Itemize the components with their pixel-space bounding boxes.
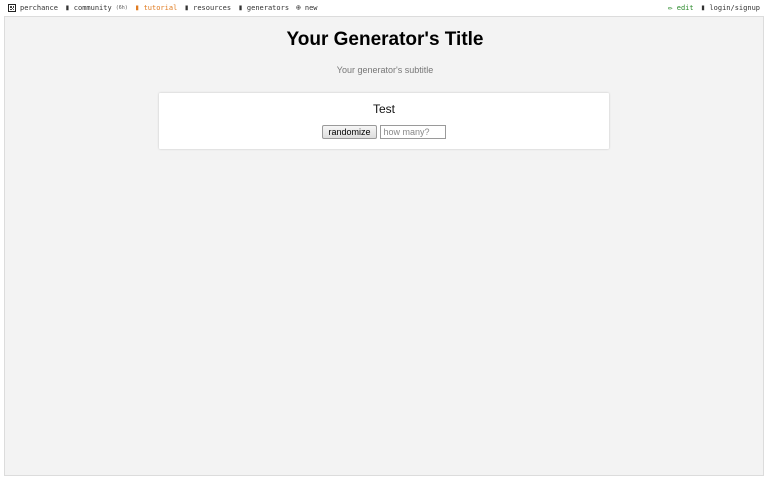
generator-frame: Your Generator's Title Your generator's … [4,16,764,476]
nav-perchance[interactable]: perchance [8,4,58,12]
nav-new[interactable]: ⊕ new [296,3,318,13]
nav-login[interactable]: ▮ login/signup [700,3,760,13]
user-icon: ▮ [700,3,706,12]
nav-community[interactable]: ▮ community (6h) [64,3,128,13]
grid-icon: ▮ [238,3,243,12]
nav-tutorial[interactable]: ▮ tutorial [134,3,178,13]
output-card: Test randomize [159,93,609,149]
generator-subtitle: Your generator's subtitle [336,65,434,75]
nav-tutorial-label: tutorial [143,4,178,12]
generator-title: Your Generator's Title [286,29,484,50]
nav-generators-label: generators [246,4,290,12]
nav-perchance-label: perchance [20,4,58,12]
top-nav-bar: perchance ▮ community (6h) ▮ tutorial ▮ … [0,0,768,16]
randomize-button[interactable]: randomize [322,125,377,139]
nav-resources[interactable]: ▮ resources [184,3,232,13]
nav-new-label: new [304,4,318,12]
community-badge: (6h) [115,5,128,11]
dice-icon [8,4,16,12]
output-controls: randomize [159,125,609,139]
nav-edit[interactable]: ✏ edit [667,3,694,13]
pencil-icon: ✏ [667,3,673,12]
folder-icon: ▮ [184,3,190,12]
nav-resources-label: resources [193,4,232,12]
how-many-input[interactable] [379,125,446,139]
nav-edit-label: edit [676,4,694,12]
book-icon: ▮ [134,3,140,12]
nav-left: perchance ▮ community (6h) ▮ tutorial ▮ … [8,4,318,12]
nav-login-label: login/signup [709,4,760,12]
nav-generators[interactable]: ▮ generators [238,3,290,13]
chat-icon: ▮ [64,3,70,12]
generator-output: Test [372,102,395,116]
nav-community-label: community [73,4,112,12]
nav-right: ✏ edit ▮ login/signup [667,3,760,13]
plus-circle-icon: ⊕ [296,3,301,12]
